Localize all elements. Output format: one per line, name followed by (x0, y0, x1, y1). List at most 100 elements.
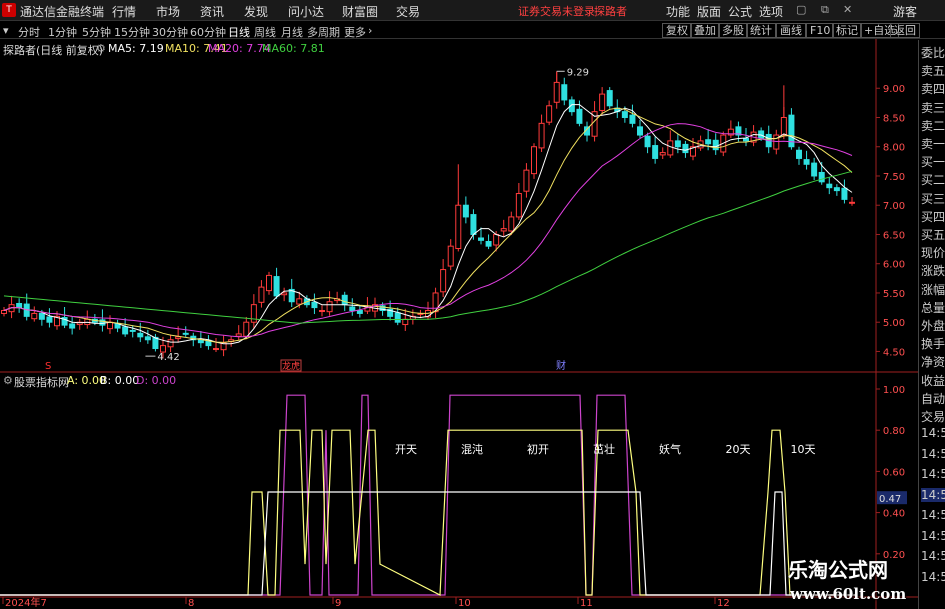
side-panel-item: 买五 (921, 228, 945, 242)
candle-body (1, 310, 7, 314)
high-label: 9.29 (567, 67, 589, 78)
chevron-right-icon[interactable]: › (368, 24, 372, 37)
candle-body (326, 301, 333, 313)
candle-body (470, 214, 477, 235)
candle-body (213, 348, 219, 351)
multi-stock-button[interactable]: 多股 (718, 23, 748, 38)
settings-gear-icon[interactable]: ⚙ (96, 42, 106, 55)
side-panel-item: 涨跌 (921, 264, 945, 279)
y-tick-label: 6.00 (883, 260, 905, 271)
period-30min[interactable]: 30分钟 (152, 24, 188, 40)
candle-body (152, 336, 159, 350)
side-panel-item: 14:56 (921, 549, 945, 564)
y-tick-label: 7.00 (883, 201, 905, 212)
y-tick-label: 8.50 (883, 113, 905, 124)
candle-body (341, 294, 348, 306)
menu-hangqing[interactable]: 行情 (112, 3, 136, 20)
quote-side-panel: 委比 卖五 卖四 卖三 卖二 卖一 买一 买二 买三 买四 买五 现价 涨跌 涨幅 总量 外盘 换手 净资 收益 自动… (918, 40, 945, 609)
period-60min[interactable]: 60分钟 (190, 24, 226, 40)
candle-body (46, 316, 53, 323)
menu-shichang[interactable]: 市场 (156, 3, 180, 20)
candle-body (849, 201, 855, 204)
stock-title: 探路者(日线 前复权) (3, 44, 104, 57)
period-1min[interactable]: 1分钟 (48, 24, 77, 40)
period-weekly[interactable]: 周线 (254, 24, 276, 40)
candle-body (462, 204, 469, 218)
period-15min[interactable]: 15分钟 (114, 24, 150, 40)
period-daily[interactable]: 日线 (228, 24, 250, 40)
side-panel-item: 14:56 (921, 487, 945, 502)
period-fenshi[interactable]: 分时 (18, 24, 40, 40)
chart-area[interactable]: 4.50 5.00 5.50 6.00 6.50 7.00 7.50 8.00 8.50 9.00… (0, 39, 945, 609)
ind-label: 10天 (791, 443, 816, 456)
candle-body (129, 329, 136, 332)
candle-body (674, 140, 681, 148)
y-tick-label: 5.00 (883, 318, 905, 329)
stock-link[interactable]: 探路者 (594, 3, 627, 19)
overlay-button[interactable]: 叠加 (690, 23, 720, 38)
low-label: 4.42 (157, 352, 179, 363)
user-guest[interactable]: 游客 (893, 3, 917, 20)
minimize-icon[interactable]: ▢ (796, 3, 806, 16)
candle-body (606, 90, 613, 107)
menu-gongneng[interactable]: 功能 (666, 3, 690, 20)
menu-banmian[interactable]: 版面 (697, 3, 721, 20)
candle-body (122, 326, 129, 335)
side-panel-item: 交易 (921, 410, 945, 424)
candle-body (455, 204, 462, 250)
stats-button[interactable]: 统计 (746, 23, 776, 38)
fuquan-button[interactable]: 复权 (662, 23, 692, 38)
candle-body (144, 336, 151, 341)
candle-body (69, 323, 76, 329)
menu-xuanxiang[interactable]: 选项 (759, 3, 783, 20)
line-b (0, 491, 855, 596)
mark-button[interactable]: 标记 (832, 23, 862, 38)
period-5min[interactable]: 5分钟 (82, 24, 111, 40)
side-panel-item: 总量 (921, 300, 945, 315)
menu-faxian[interactable]: 发现 (244, 3, 268, 20)
f10-button[interactable]: F10 (806, 23, 835, 38)
candle-body (538, 122, 545, 149)
ma5-label: MA5: 7.19 (108, 42, 164, 55)
candle-body (31, 312, 38, 320)
candle-body (841, 187, 848, 200)
side-panel-item: 14:56 (921, 508, 945, 523)
period-monthly[interactable]: 月线 (281, 24, 303, 40)
period-dropdown-icon[interactable]: ▾ (3, 24, 9, 37)
kline-chart[interactable]: 4.50 5.00 5.50 6.00 6.50 7.00 7.50 8.00 8.50 9.00… (0, 39, 918, 609)
menu-gongshi[interactable]: 公式 (728, 3, 752, 20)
indicator-settings-icon[interactable]: ⚙ (3, 374, 13, 387)
y-tick-label: 8.00 (883, 143, 905, 154)
x-tick-label: 9 (335, 598, 341, 609)
ma60-label: MA60: 7.81 (262, 42, 325, 55)
menu-zixun[interactable]: 资讯 (200, 3, 224, 20)
candle-body (508, 216, 515, 232)
menu-caifuquan[interactable]: 财富圈 (342, 3, 378, 20)
side-panel-item: 净资 (921, 355, 945, 370)
candle-body (311, 301, 318, 309)
period-more[interactable]: 更多 (344, 24, 366, 40)
candle-body (500, 228, 507, 232)
candle-body (644, 135, 651, 148)
candle-body (478, 237, 484, 241)
back-button[interactable]: 返回 (890, 23, 920, 38)
y-tick-label: 6.50 (883, 230, 905, 241)
candle-body (107, 321, 113, 330)
y-tick-label: 7.50 (883, 172, 905, 183)
candle-body (243, 321, 250, 337)
menu-wenxiaoda[interactable]: 问小达 (288, 3, 324, 20)
side-panel-item: 14:56 (921, 426, 945, 441)
ind-y-tick-label: 1.00 (883, 385, 905, 396)
side-panel-item: 14:56 (921, 446, 945, 461)
candle-body (811, 162, 818, 177)
restore-icon[interactable]: ⧉ (821, 3, 829, 17)
side-panel-item: 卖四 (921, 82, 945, 97)
draw-line-button[interactable]: 画线 (776, 23, 806, 38)
menu-jiaoyi[interactable]: 交易 (396, 3, 420, 20)
candle-body (780, 116, 787, 136)
trade-login-warning[interactable]: 证券交易未登录 (518, 3, 595, 19)
period-multi[interactable]: 多周期 (307, 24, 340, 40)
side-panel-item: 买四 (921, 209, 945, 224)
close-icon[interactable]: ✕ (843, 3, 852, 16)
x-tick-label: 2024年7 (5, 596, 47, 609)
